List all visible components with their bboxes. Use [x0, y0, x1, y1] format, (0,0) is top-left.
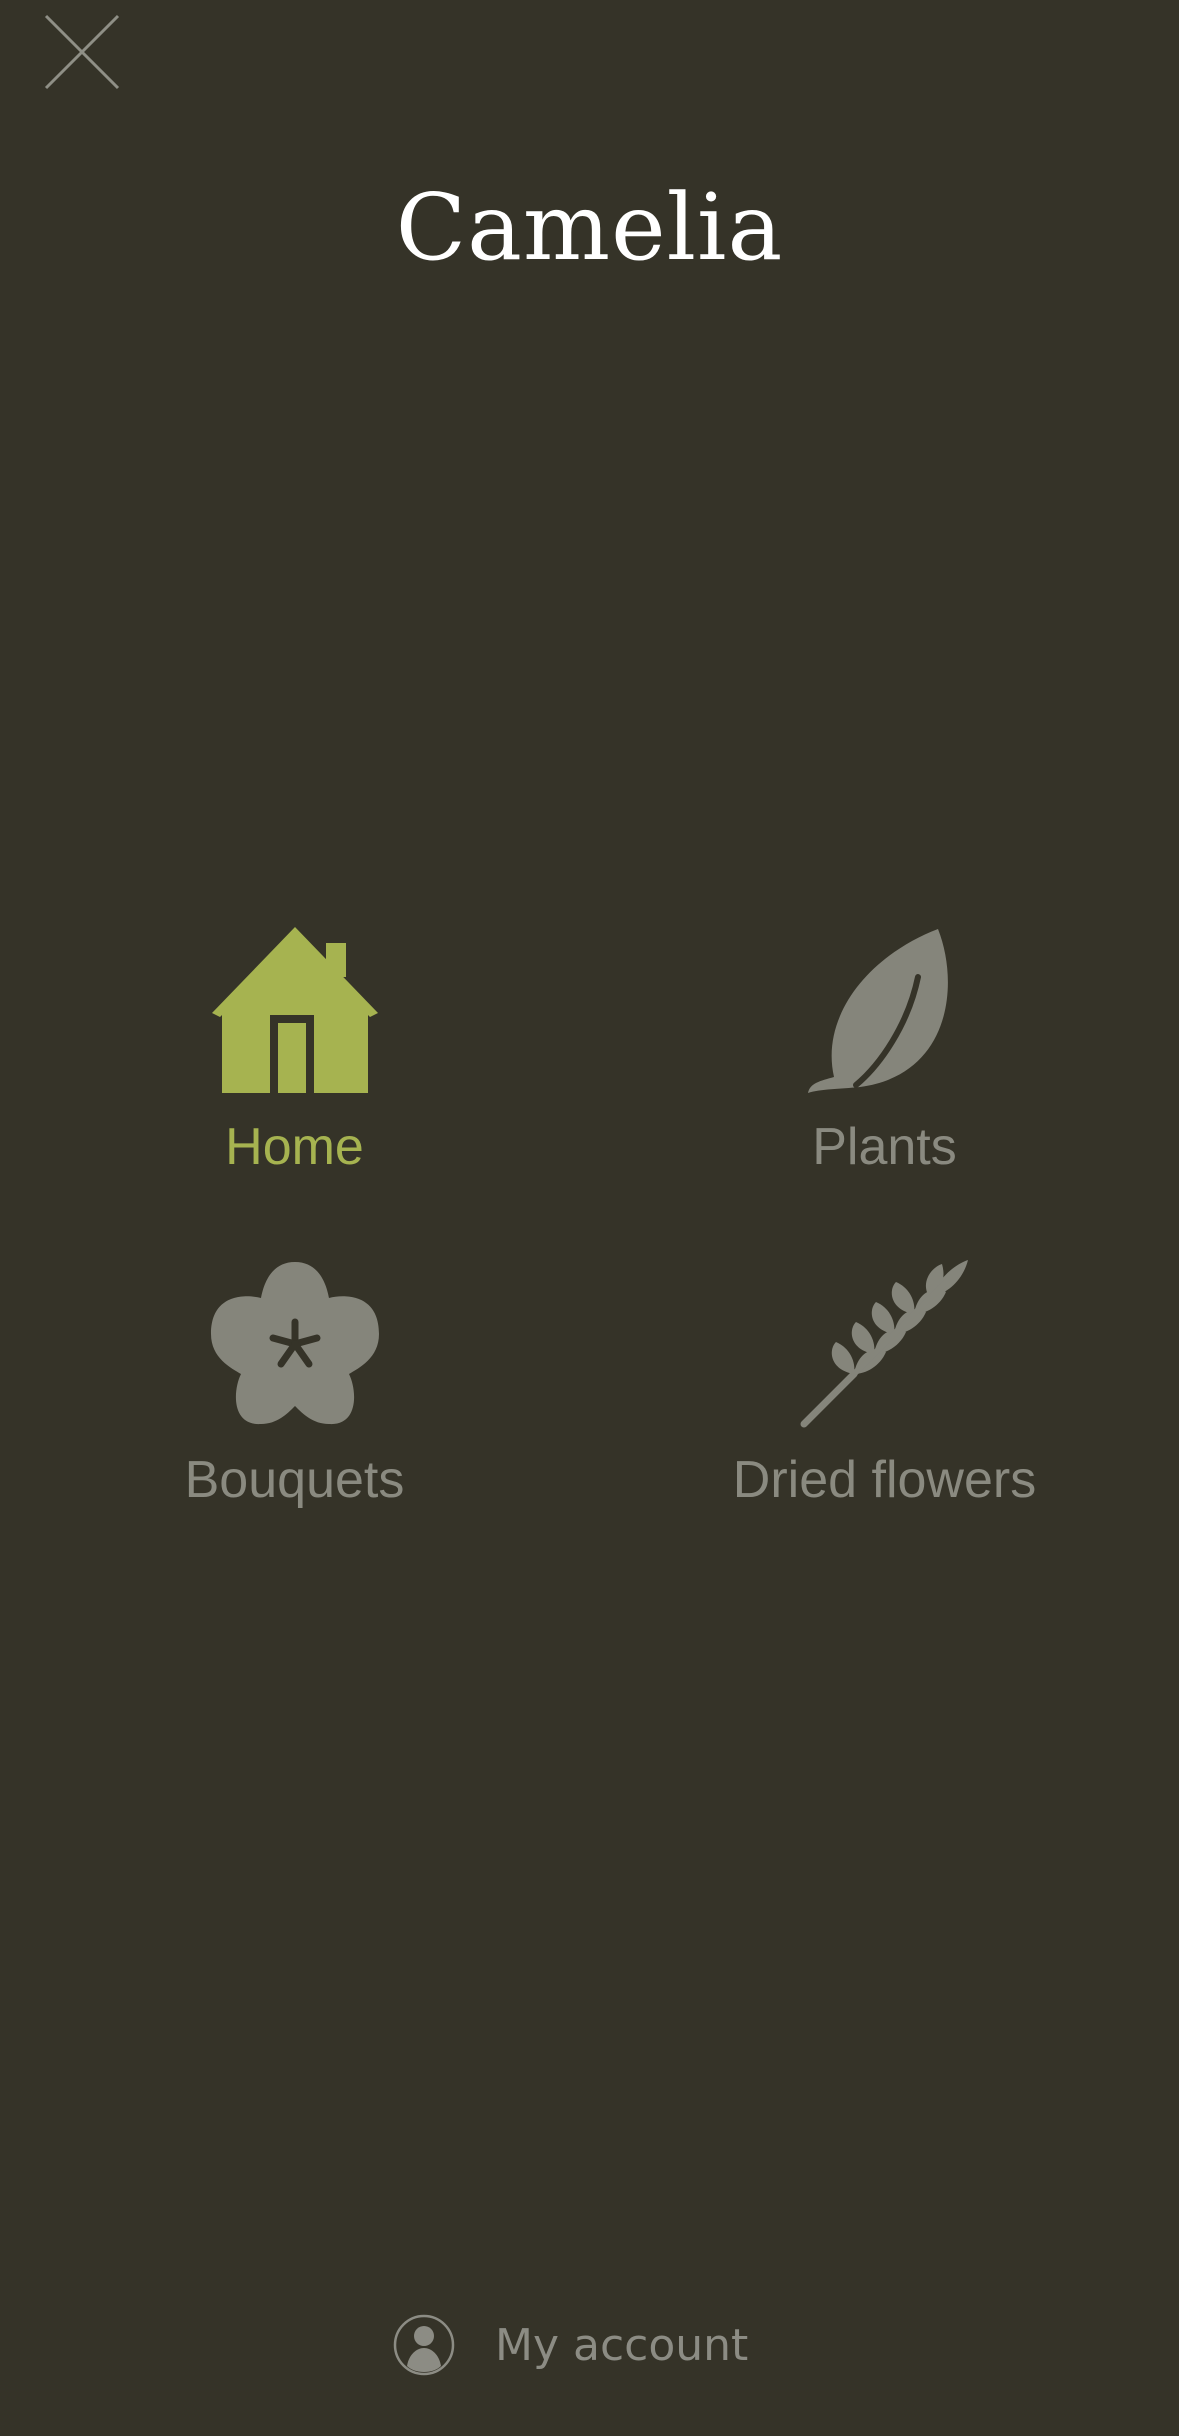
nav-label-bouquets: Bouquets [184, 1451, 405, 1509]
house-icon [0, 925, 589, 1095]
my-account-label: My account [495, 2319, 749, 2371]
nav-label-plants: Plants [812, 1118, 957, 1176]
nav-item-bouquets[interactable]: Bouquets [0, 1258, 589, 1558]
wheat-icon [590, 1258, 1179, 1428]
app-title: Camelia [395, 174, 784, 281]
nav-item-plants[interactable]: Plants [590, 925, 1179, 1225]
nav-item-home[interactable]: Home [0, 925, 589, 1225]
nav-item-dried-flowers[interactable]: Dried flowers [590, 1258, 1179, 1558]
user-avatar-icon [393, 2314, 455, 2376]
my-account-link[interactable]: My account [393, 2310, 748, 2380]
flower-icon [0, 1258, 589, 1428]
nav-label-dried-flowers: Dried flowers [732, 1451, 1037, 1509]
close-icon [44, 14, 120, 90]
close-button[interactable] [38, 10, 126, 98]
nav-label-home: Home [225, 1118, 364, 1176]
leaf-icon [590, 925, 1179, 1095]
